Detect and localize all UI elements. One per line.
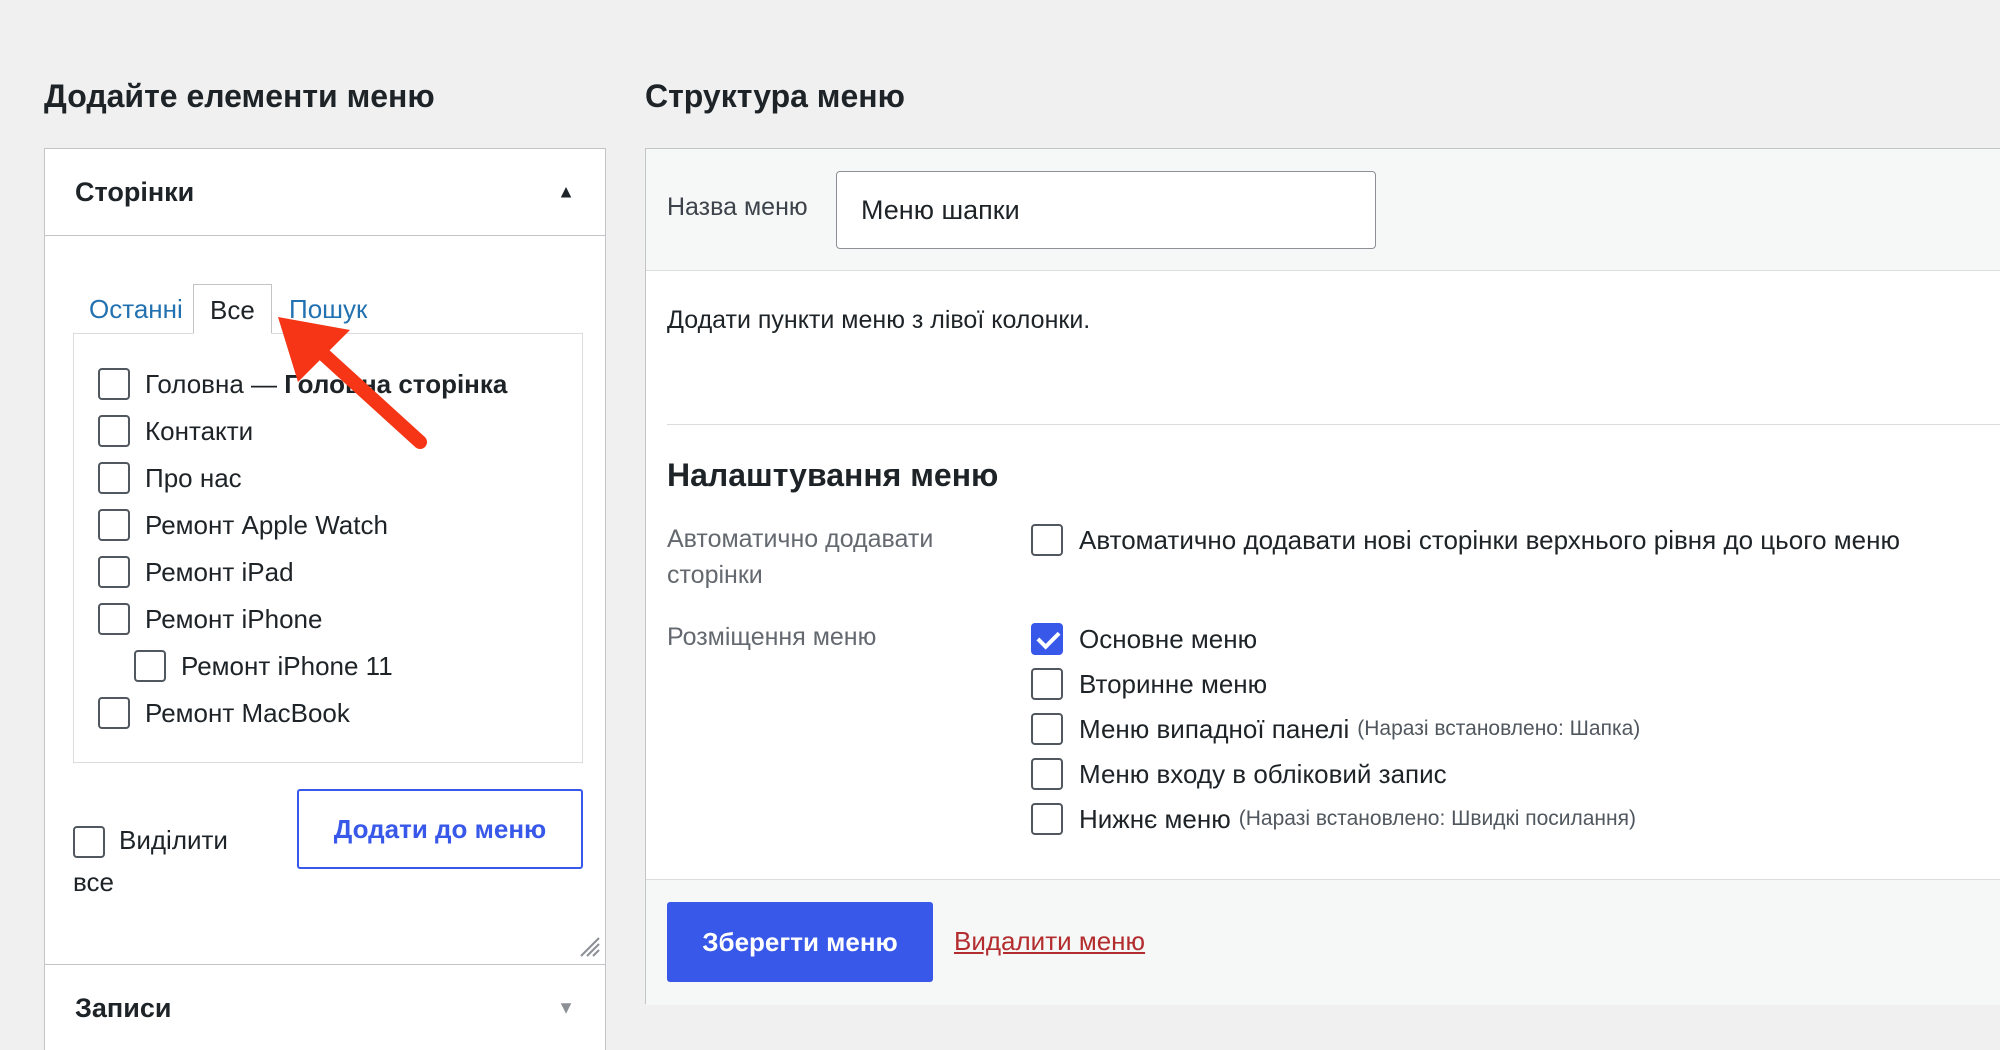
add-menu-items-panel: Сторінки ▲ Останні Все Пошук Головна — Г… — [44, 148, 606, 1050]
location-option[interactable]: Нижнє меню (Наразі встановлено: Швидкі п… — [1031, 803, 1636, 835]
tab-all[interactable]: Все — [193, 284, 272, 334]
location-option[interactable]: Меню випадної панелі (Наразі встановлено… — [1031, 713, 1640, 745]
location-option[interactable]: Основне меню — [1031, 623, 1257, 655]
menu-structure-panel: Назва меню Меню шапки Додати пункти меню… — [645, 148, 2000, 1005]
list-item-label: Ремонт iPhone 11 — [181, 650, 393, 681]
divider — [667, 424, 2000, 425]
add-to-menu-button[interactable]: Додати до меню — [297, 789, 583, 869]
left-heading: Додайте елементи меню — [44, 78, 435, 114]
location-note: (Наразі встановлено: Шапка) — [1357, 717, 1641, 740]
list-item-label: Ремонт Apple Watch — [145, 509, 388, 540]
location-note: (Наразі встановлено: Швидкі посилання) — [1238, 807, 1636, 830]
location-label: Основне меню — [1079, 623, 1258, 654]
list-item[interactable]: Ремонт iPhone 11 — [134, 650, 393, 682]
posts-accordion-header[interactable]: Записи ▼ — [45, 965, 605, 1050]
location-checkbox-secondary[interactable] — [1031, 668, 1063, 700]
list-item[interactable]: Про нас — [98, 462, 242, 494]
list-item-label: Контакти — [145, 415, 254, 446]
location-checkbox-account[interactable] — [1031, 758, 1063, 790]
triangle-down-icon[interactable]: ▼ — [557, 998, 575, 1019]
list-item[interactable]: Ремонт iPhone — [98, 603, 322, 635]
menu-actions-row: Зберегти меню Видалити меню — [646, 879, 2000, 1005]
list-item[interactable]: Контакти — [98, 415, 253, 447]
right-heading: Структура меню — [645, 78, 905, 114]
location-label: Меню входу в обліковий запис — [1079, 758, 1447, 789]
delete-menu-link[interactable]: Видалити меню — [954, 926, 1145, 957]
location-label: Вторинне меню — [1079, 668, 1268, 699]
page-checkbox[interactable] — [98, 415, 130, 447]
tab-recent[interactable]: Останні — [73, 284, 199, 334]
menu-settings-title: Налаштування меню — [667, 457, 999, 493]
auto-add-label: Автоматично додавати сторінки — [667, 525, 934, 589]
menu-name-row: Назва меню Меню шапки — [646, 149, 2000, 271]
list-item[interactable]: Ремонт iPad — [98, 556, 294, 588]
menu-name-input[interactable]: Меню шапки — [836, 171, 1376, 249]
auto-add-checkbox[interactable] — [1031, 524, 1063, 556]
triangle-up-icon[interactable]: ▲ — [557, 182, 575, 203]
list-item-label: Про нас — [145, 462, 242, 493]
list-item[interactable]: Ремонт Apple Watch — [98, 509, 388, 541]
page-checkbox[interactable] — [98, 556, 130, 588]
auto-add-option-label: Автоматично додавати нові сторінки верхн… — [1079, 524, 1900, 555]
page-checkbox[interactable] — [98, 462, 130, 494]
red-arrow-icon — [278, 317, 427, 449]
page-checkbox[interactable] — [98, 509, 130, 541]
location-checkbox-dropdown[interactable] — [1031, 713, 1063, 745]
location-option[interactable]: Вторинне меню — [1031, 668, 1267, 700]
list-item-label: Ремонт iPhone — [145, 603, 323, 634]
location-checkbox-footer[interactable] — [1031, 803, 1063, 835]
pages-section-title: Сторінки — [75, 176, 195, 207]
pages-accordion-header[interactable]: Сторінки ▲ — [45, 149, 605, 235]
divider — [45, 235, 605, 236]
menu-instruction: Додати пункти меню з лівої колонки. — [667, 306, 1091, 334]
list-item-label: Ремонт iPad — [145, 556, 294, 587]
location-option[interactable]: Меню входу в обліковий запис — [1031, 758, 1447, 790]
auto-add-option[interactable]: Автоматично додавати нові сторінки верхн… — [1031, 524, 1900, 556]
page-checkbox[interactable] — [134, 650, 166, 682]
resize-handle-icon[interactable] — [577, 934, 601, 958]
select-all-checkbox[interactable] — [73, 826, 105, 859]
save-menu-button[interactable]: Зберегти меню — [667, 902, 933, 982]
menu-name-label: Назва меню — [667, 193, 808, 221]
page-checkbox[interactable] — [98, 603, 130, 635]
page-checkbox[interactable] — [98, 368, 130, 400]
menu-locations-label: Розміщення меню — [667, 623, 877, 651]
location-label: Нижнє меню — [1079, 803, 1231, 834]
list-item-label: Ремонт MacBook — [145, 697, 350, 728]
location-checkbox-primary[interactable] — [1031, 623, 1063, 655]
list-item[interactable]: Ремонт MacBook — [98, 697, 350, 729]
location-label: Меню випадної панелі — [1079, 713, 1350, 744]
posts-section-title: Записи — [75, 992, 172, 1023]
select-all[interactable]: Виділити все — [73, 819, 273, 903]
page-checkbox[interactable] — [98, 697, 130, 729]
